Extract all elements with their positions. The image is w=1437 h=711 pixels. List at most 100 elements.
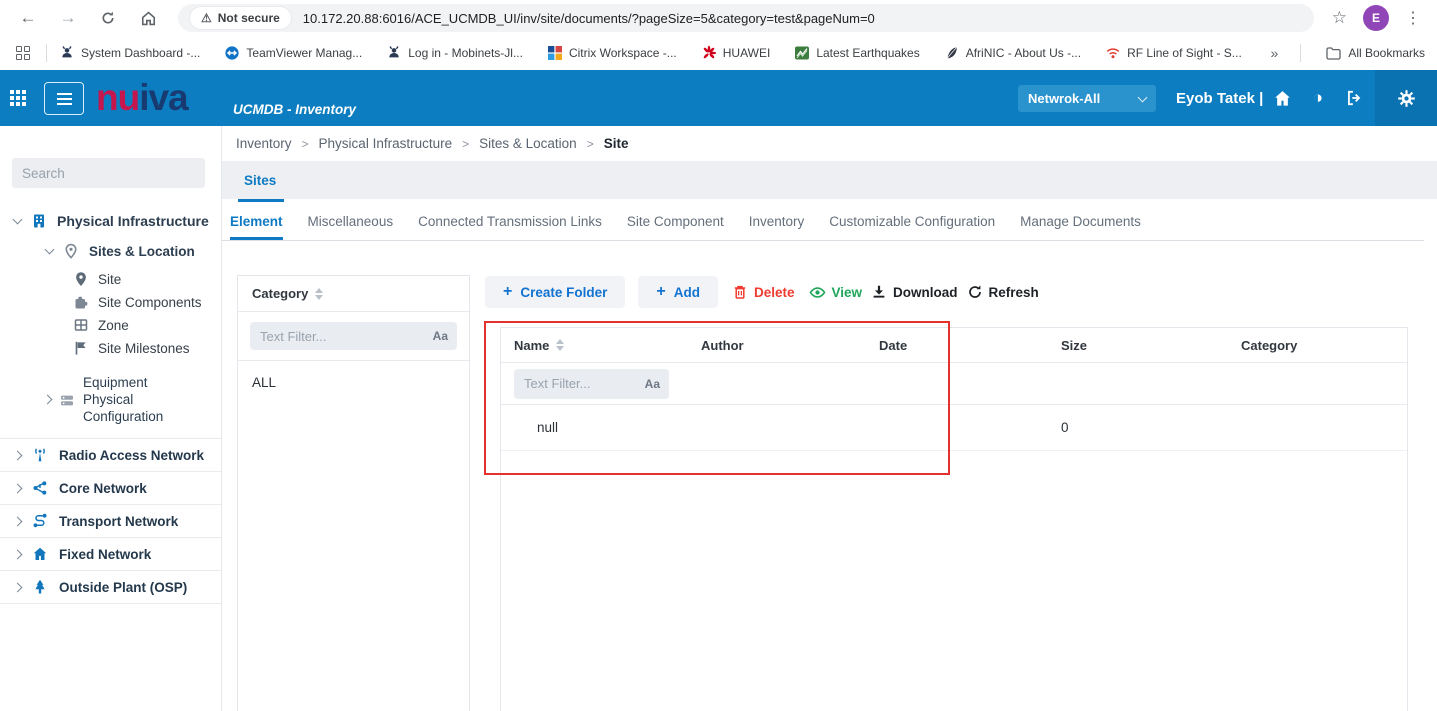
chevron-down-icon [1138, 92, 1148, 102]
bookmark-earthquakes[interactable]: Latest Earthquakes [794, 45, 919, 61]
breadcrumb-item[interactable]: Physical Infrastructure [319, 136, 453, 151]
column-label: Author [701, 338, 744, 353]
sidebar-item-transport-network[interactable]: Transport Network [0, 505, 221, 537]
add-button[interactable]: + Add [638, 276, 718, 308]
logout-button[interactable] [1344, 88, 1364, 108]
bookmark-teamviewer[interactable]: TeamViewer Manag... [224, 45, 362, 61]
tab-manage-documents[interactable]: Manage Documents [1020, 202, 1141, 240]
home-button[interactable] [135, 5, 161, 31]
chevron-right-icon [13, 582, 23, 592]
sidebar-item-physical-infrastructure[interactable]: Physical Infrastructure [0, 213, 221, 229]
reload-button[interactable] [95, 5, 121, 31]
menu-toggle-button[interactable] [44, 82, 84, 115]
case-sensitive-toggle[interactable]: Aa [645, 377, 660, 391]
profile-avatar[interactable]: E [1363, 5, 1389, 31]
sidebar-item-outside-plant-osp[interactable]: Outside Plant (OSP) [0, 571, 221, 603]
category-filter-input[interactable] [260, 329, 433, 344]
name-filter-input[interactable] [524, 376, 645, 391]
table-row[interactable]: null 0 [501, 405, 1407, 451]
download-icon [871, 284, 887, 300]
refresh-icon [967, 284, 983, 300]
sidebar-item-zone[interactable]: Zone [0, 317, 221, 333]
breadcrumb-item[interactable]: Sites & Location [479, 136, 577, 151]
tab-connected-transmission-links[interactable]: Connected Transmission Links [418, 202, 602, 240]
sidebar-item-fixed-network[interactable]: Fixed Network [0, 538, 221, 570]
bookmark-rf-line-of-sight[interactable]: RF Line of Sight - S... [1105, 45, 1242, 61]
tab-customizable-configuration[interactable]: Customizable Configuration [829, 202, 995, 240]
bookmark-huawei[interactable]: HUAWEI [701, 45, 771, 61]
column-header-name[interactable]: Name [501, 338, 688, 353]
all-bookmarks-button[interactable]: All Bookmarks [1325, 45, 1425, 61]
tab-sites[interactable]: Sites [244, 161, 276, 199]
app-header: nuiva UCMDB - Inventory Netwrok-All Eyob… [0, 70, 1437, 126]
column-header-author[interactable]: Author [688, 338, 866, 353]
sort-icon[interactable] [315, 288, 323, 300]
breadcrumb-item[interactable]: Inventory [236, 136, 292, 151]
apps-grid-icon[interactable] [16, 46, 30, 60]
chevron-right-icon [43, 395, 53, 405]
bookmark-citrix[interactable]: Citrix Workspace -... [547, 45, 677, 61]
refresh-button[interactable]: Refresh [967, 276, 1039, 308]
citrix-favicon [547, 45, 563, 61]
download-button[interactable]: Download [871, 276, 958, 308]
case-sensitive-toggle[interactable]: Aa [433, 329, 448, 343]
forward-button[interactable]: → [55, 5, 81, 31]
column-header-category[interactable]: Category [1228, 338, 1407, 353]
delete-button[interactable]: Delete [732, 276, 795, 308]
sidebar-search[interactable] [12, 158, 205, 188]
chevron-right-icon [13, 549, 23, 559]
address-bar[interactable]: ⚠ Not secure 10.172.20.88:6016/ACE_UCMDB… [178, 4, 1314, 32]
contrast-toggle-button[interactable]: ◑ [1308, 88, 1328, 108]
bookmark-label: System Dashboard -... [81, 46, 200, 60]
back-icon: ← [20, 8, 37, 28]
search-input[interactable] [22, 166, 195, 181]
tab-site-component[interactable]: Site Component [627, 202, 724, 240]
sidebar-item-sites-location[interactable]: Sites & Location [0, 243, 221, 259]
bookmarks-overflow-icon[interactable]: » [1271, 45, 1279, 61]
sidebar-item-core-network[interactable]: Core Network [0, 472, 221, 504]
sidebar-item-equipment-physical-configuration[interactable]: Equipment Physical Configuration [0, 374, 221, 425]
column-header-date[interactable]: Date [866, 338, 1048, 353]
home-network-icon [32, 546, 48, 562]
bookmark-star-icon[interactable]: ☆ [1332, 8, 1347, 28]
tab-inventory[interactable]: Inventory [749, 202, 805, 240]
category-filter[interactable]: Aa [250, 322, 457, 350]
server-icon [59, 392, 75, 408]
name-filter[interactable]: Aa [514, 369, 669, 399]
app-launcher-icon[interactable] [10, 90, 26, 106]
category-column-header[interactable]: Category [238, 276, 469, 312]
bookmark-login-mobinets[interactable]: Log in - Mobinets-Jl... [386, 45, 523, 61]
browser-menu-icon[interactable]: ⋮ [1405, 8, 1421, 28]
contrast-icon: ◑ [1313, 88, 1323, 108]
network-select[interactable]: Netwrok-All [1018, 85, 1156, 112]
create-folder-button[interactable]: + Create Folder [485, 276, 625, 308]
bookmark-system-dashboard[interactable]: System Dashboard -... [59, 45, 200, 61]
user-name: Eyob Tatek | [1176, 70, 1263, 126]
breadcrumb-separator: > [462, 137, 469, 151]
nuiva-logo: nuiva [96, 78, 188, 118]
sidebar-item-label: Outside Plant (OSP) [59, 580, 187, 595]
home-nav-button[interactable] [1272, 88, 1292, 108]
url-text[interactable]: 10.172.20.88:6016/ACE_UCMDB_UI/inv/site/… [303, 11, 875, 26]
bookmark-afrinic[interactable]: AfriNIC - About Us -... [944, 45, 1081, 61]
chevron-right-icon [13, 450, 23, 460]
sidebar-item-site-components[interactable]: Site Components [0, 294, 221, 310]
settings-button[interactable] [1375, 70, 1437, 126]
tab-miscellaneous[interactable]: Miscellaneous [308, 202, 394, 240]
back-button[interactable]: ← [15, 5, 41, 31]
tab-element[interactable]: Element [230, 202, 283, 240]
category-list-item-all[interactable]: ALL [238, 361, 469, 404]
page-tab-bar: Sites [222, 161, 1437, 199]
view-button[interactable]: View [809, 276, 863, 308]
earthquakes-favicon [794, 45, 810, 61]
sidebar-item-site[interactable]: Site [0, 271, 221, 287]
sidebar-item-label: Site Milestones [98, 341, 190, 356]
sidebar-item-site-milestones[interactable]: Site Milestones [0, 340, 221, 356]
sidebar-item-radio-access-network[interactable]: Radio Access Network [0, 439, 221, 471]
sort-icon[interactable] [556, 339, 564, 351]
security-chip[interactable]: ⚠ Not secure [190, 7, 291, 29]
browser-toolbar: ← → ⚠ Not secure 10.172.20.88:6016/ACE_U… [0, 0, 1437, 36]
column-label: Size [1061, 338, 1087, 353]
column-header-size[interactable]: Size [1048, 338, 1228, 353]
divider [0, 603, 221, 604]
